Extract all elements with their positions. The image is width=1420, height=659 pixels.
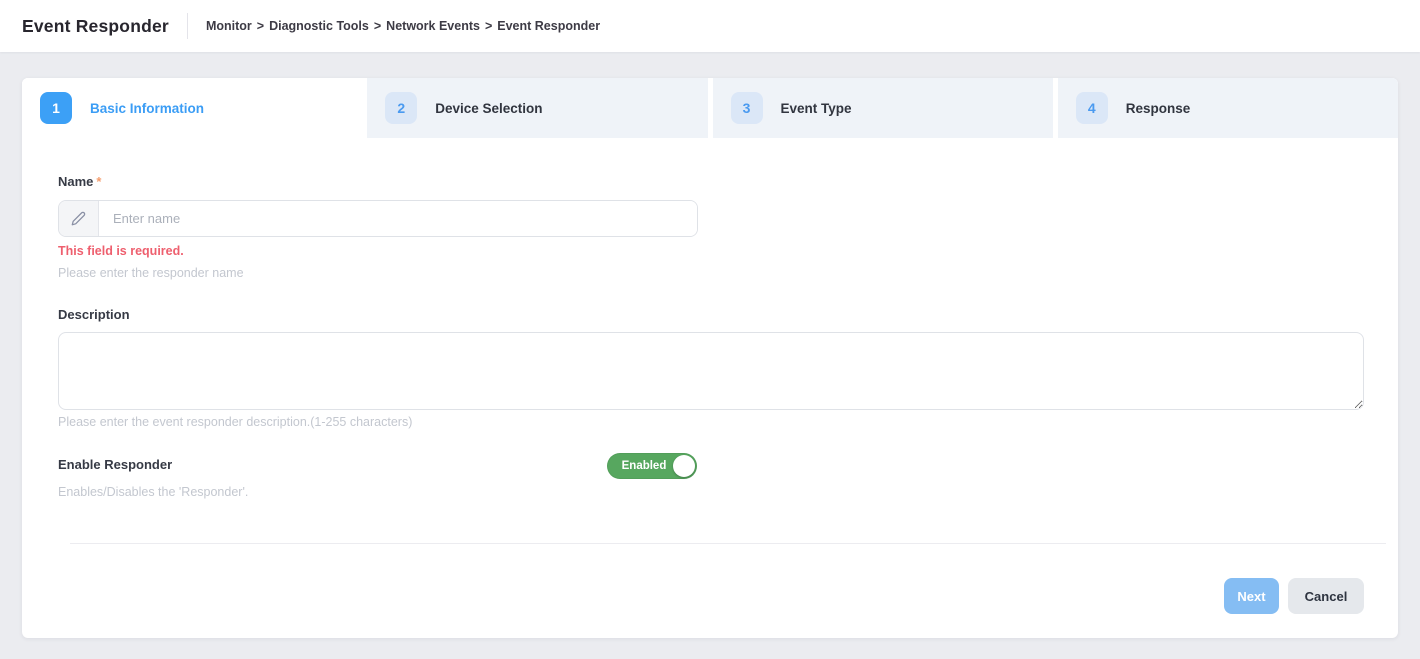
step-tab-device-selection[interactable]: 2 Device Selection: [367, 78, 707, 138]
enable-responder-label: Enable Responder: [58, 457, 1364, 472]
breadcrumb-item-network-events[interactable]: Network Events: [386, 19, 480, 33]
step-number-badge: 1: [40, 92, 72, 124]
name-label-text: Name: [58, 174, 93, 189]
step-number-badge: 2: [385, 92, 417, 124]
breadcrumb-separator: >: [485, 19, 492, 33]
breadcrumb-item-diagnostic-tools[interactable]: Diagnostic Tools: [269, 19, 369, 33]
step-tab-basic-information[interactable]: 1 Basic Information: [22, 78, 362, 138]
required-marker: *: [96, 174, 101, 189]
wizard-steps: 1 Basic Information 2 Device Selection 3…: [22, 78, 1398, 138]
step-label: Response: [1126, 101, 1191, 116]
step-number-badge: 4: [1076, 92, 1108, 124]
name-label: Name*: [58, 174, 1364, 189]
basic-information-form: Name* This field is required. Please ent…: [22, 138, 1398, 614]
enable-responder-help-text: Enables/Disables the 'Responder'.: [58, 485, 1364, 499]
name-input-group: [58, 200, 698, 237]
breadcrumb: Monitor > Diagnostic Tools > Network Eve…: [206, 19, 600, 33]
form-actions: Next Cancel: [58, 578, 1364, 614]
cancel-button[interactable]: Cancel: [1288, 578, 1364, 614]
description-label: Description: [58, 307, 1364, 322]
name-help-text: Please enter the responder name: [58, 266, 1364, 280]
page-title: Event Responder: [22, 16, 169, 37]
name-input[interactable]: [99, 201, 697, 236]
breadcrumb-item-monitor[interactable]: Monitor: [206, 19, 252, 33]
pencil-icon: [59, 201, 99, 236]
step-number-badge: 3: [731, 92, 763, 124]
enable-responder-toggle[interactable]: Enabled: [607, 453, 697, 479]
wizard-card: 1 Basic Information 2 Device Selection 3…: [22, 78, 1398, 638]
next-button[interactable]: Next: [1224, 578, 1279, 614]
page-header: Event Responder Monitor > Diagnostic Too…: [0, 0, 1420, 52]
enable-responder-row: Enable Responder Enables/Disables the 'R…: [58, 457, 1364, 499]
description-help-text: Please enter the event responder descrip…: [58, 415, 1364, 429]
toggle-knob-icon: [673, 455, 695, 477]
name-error-message: This field is required.: [58, 244, 1364, 258]
header-divider: [187, 13, 188, 39]
step-label: Event Type: [781, 101, 852, 116]
step-label: Basic Information: [90, 101, 204, 116]
step-tab-response[interactable]: 4 Response: [1058, 78, 1398, 138]
step-tab-event-type[interactable]: 3 Event Type: [713, 78, 1053, 138]
breadcrumb-item-event-responder: Event Responder: [497, 19, 600, 33]
footer-divider: [70, 543, 1386, 544]
breadcrumb-separator: >: [374, 19, 381, 33]
description-textarea[interactable]: [58, 332, 1364, 410]
step-label: Device Selection: [435, 101, 542, 116]
breadcrumb-separator: >: [257, 19, 264, 33]
